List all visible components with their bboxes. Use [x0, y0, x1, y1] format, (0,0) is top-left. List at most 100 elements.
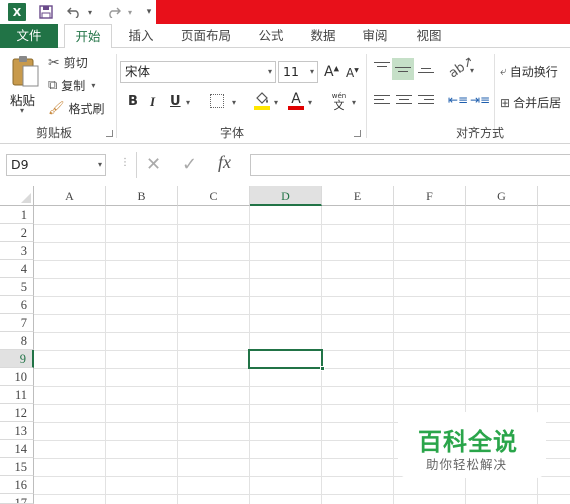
borders-icon[interactable] [210, 94, 224, 108]
customize-qat-icon[interactable]: ▾ [144, 3, 154, 21]
underline-dropdown-icon[interactable]: ▾ [186, 98, 190, 107]
select-all-corner[interactable] [0, 186, 34, 206]
phonetic-button[interactable]: wén 文 [330, 92, 348, 111]
undo-icon[interactable] [66, 3, 82, 21]
orientation-dropdown-icon[interactable]: ▾ [470, 66, 474, 75]
row-header[interactable]: 10 [0, 368, 34, 386]
row-header[interactable]: 14 [0, 440, 34, 458]
column-header-a[interactable]: A [34, 186, 106, 206]
font-size-select[interactable]: 11 ▾ [278, 61, 318, 83]
gridline [105, 206, 106, 504]
insert-function-icon[interactable]: fx [218, 152, 231, 173]
column-header-h[interactable] [538, 186, 570, 206]
font-color-dropdown-icon[interactable]: ▾ [308, 98, 312, 107]
gridline [34, 386, 570, 387]
fill-handle[interactable] [320, 366, 325, 371]
watermark-logo: 百科全说 助你轻松解决 [398, 412, 546, 478]
row-header[interactable]: 16 [0, 476, 34, 494]
tab-view[interactable]: 视图 [406, 24, 452, 48]
enter-icon[interactable]: ✓ [182, 154, 197, 175]
tab-home[interactable]: 开始 [64, 24, 112, 49]
redo-icon[interactable] [106, 3, 122, 21]
row-header[interactable]: 4 [0, 260, 34, 278]
format-painter-label: 格式刷 [68, 102, 105, 116]
row-header[interactable]: 12 [0, 404, 34, 422]
italic-button[interactable]: I [150, 94, 155, 110]
formula-input[interactable] [250, 154, 570, 176]
row-header[interactable]: 17 [0, 494, 34, 504]
active-cell-d9[interactable] [248, 349, 325, 371]
bold-button[interactable]: B [128, 94, 138, 109]
wrap-text-button[interactable]: ⤶ 自动换行 [500, 63, 558, 80]
row-header[interactable]: 1 [0, 206, 34, 224]
tab-data[interactable]: 数据 [302, 24, 344, 48]
align-right-icon[interactable] [418, 95, 434, 109]
row-header[interactable]: 2 [0, 224, 34, 242]
column-header-d[interactable]: D [250, 186, 322, 206]
row-header[interactable]: 15 [0, 458, 34, 476]
row-header[interactable]: 13 [0, 422, 34, 440]
copy-dropdown-icon: ▾ [91, 81, 96, 90]
cancel-icon[interactable]: ✕ [146, 154, 161, 175]
increase-indent-icon[interactable]: ⇥≡ [470, 93, 490, 107]
row-header[interactable]: 7 [0, 314, 34, 332]
align-left-icon[interactable] [374, 95, 390, 109]
gridline [34, 332, 570, 333]
copy-label: 复制 [61, 79, 86, 93]
redo-dropdown-icon[interactable]: ▾ [126, 3, 134, 21]
paint-bucket-icon [256, 92, 268, 104]
tab-file[interactable]: 文件 [0, 24, 58, 48]
brush-icon: 🖌 [48, 101, 65, 116]
font-name-select[interactable]: 宋体 ▾ [120, 61, 276, 83]
row-header[interactable]: 3 [0, 242, 34, 260]
column-header-e[interactable]: E [322, 186, 394, 206]
row-header[interactable]: 11 [0, 386, 34, 404]
gridline [34, 242, 570, 243]
align-center-icon[interactable] [396, 95, 412, 109]
borders-dropdown-icon[interactable]: ▾ [232, 98, 236, 107]
name-box[interactable]: D9 ▾ [6, 154, 106, 176]
underline-button[interactable]: U [170, 94, 181, 109]
font-launcher-icon[interactable] [354, 130, 361, 137]
column-header-b[interactable]: B [106, 186, 178, 206]
merge-center-button[interactable]: ⊞ 合并后居 [500, 94, 561, 111]
format-painter-button[interactable]: 🖌 格式刷 [48, 100, 105, 117]
gridline [34, 404, 570, 405]
clipboard-launcher-icon[interactable] [106, 130, 113, 137]
column-header-g[interactable]: G [466, 186, 538, 206]
row-header-selected[interactable]: 9 [0, 350, 34, 368]
row-header[interactable]: 6 [0, 296, 34, 314]
row-header[interactable]: 5 [0, 278, 34, 296]
tab-page-layout[interactable]: 页面布局 [172, 24, 240, 48]
font-color-button[interactable]: A [288, 91, 304, 110]
paste-button[interactable]: 粘贴 ▾ [8, 52, 40, 115]
wrap-text-icon: ⤶ [500, 64, 507, 78]
phonetic-dropdown-icon[interactable]: ▾ [352, 98, 356, 107]
copy-button[interactable]: ⧉ 复制 ▾ [48, 77, 95, 94]
column-header-f[interactable]: F [394, 186, 466, 206]
row-header[interactable]: 8 [0, 332, 34, 350]
clipboard-group-label: 剪贴板 [35, 126, 72, 140]
tab-review[interactable]: 审阅 [354, 24, 396, 48]
chevron-down-icon: ▾ [267, 67, 272, 76]
fill-color-button[interactable] [254, 92, 270, 110]
undo-dropdown-icon[interactable]: ▾ [86, 3, 94, 21]
divider [136, 152, 137, 178]
grow-font-icon: A [324, 64, 334, 80]
excel-logo: X [8, 3, 26, 21]
decrease-indent-icon[interactable]: ⇤≡ [448, 93, 468, 107]
shrink-font-button[interactable]: A▼ [346, 66, 359, 80]
tab-insert[interactable]: 插入 [120, 24, 162, 48]
fill-color-dropdown-icon[interactable]: ▾ [274, 98, 278, 107]
grow-font-button[interactable]: A▲ [324, 64, 339, 80]
align-bottom-icon[interactable] [418, 64, 434, 78]
alignment-group-label: 对齐方式 [455, 126, 504, 140]
align-top-icon[interactable] [374, 62, 390, 76]
ribbon-home: 粘贴 ▾ ✂ 剪切 ⧉ 复制 ▾ 🖌 格式刷 剪贴板 宋体 ▾ 11 ▾ A▲ … [0, 48, 570, 144]
cut-button[interactable]: ✂ 剪切 [48, 54, 88, 71]
paste-icon [12, 56, 39, 87]
tab-formulas[interactable]: 公式 [250, 24, 292, 48]
watermark-title: 百科全说 [418, 428, 518, 456]
column-header-c[interactable]: C [178, 186, 250, 206]
save-icon[interactable] [38, 3, 54, 21]
